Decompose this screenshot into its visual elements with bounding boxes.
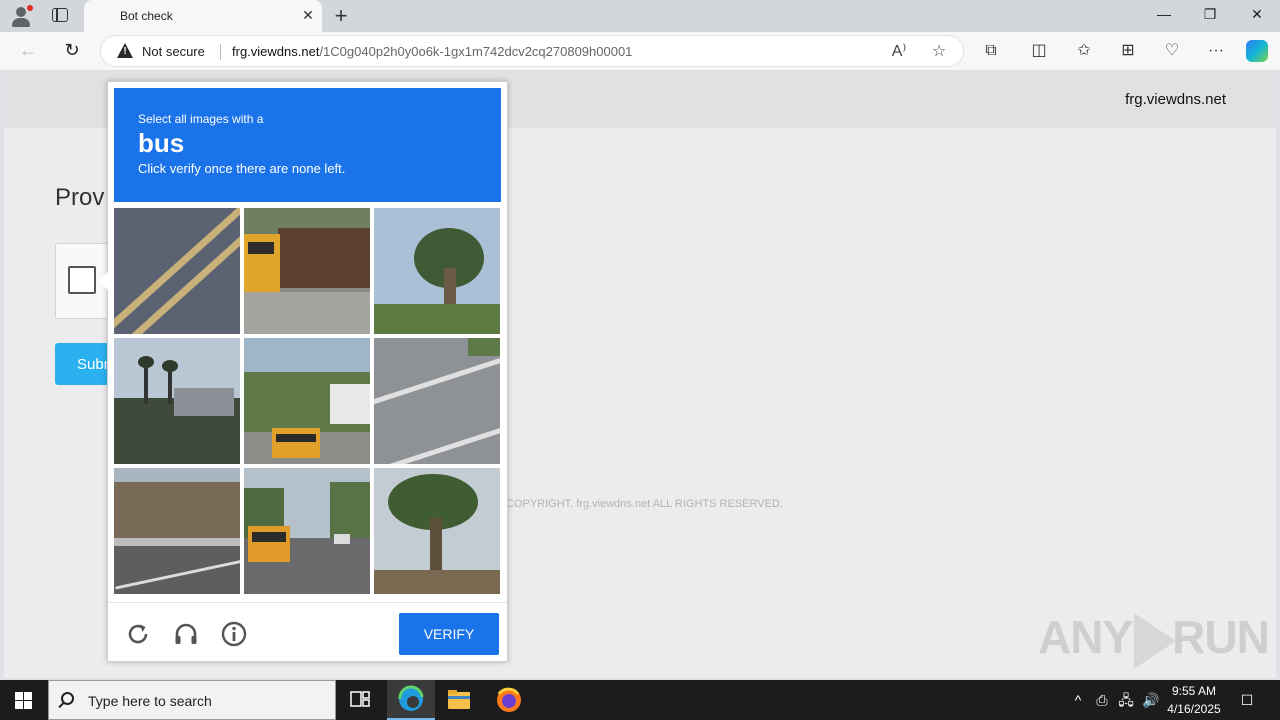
info-icon[interactable] bbox=[220, 620, 248, 648]
close-icon[interactable]: ✕ bbox=[300, 7, 316, 24]
divider bbox=[220, 44, 221, 60]
verify-button[interactable]: VERIFY bbox=[399, 613, 499, 655]
captcha-tile-buses-on-road[interactable] bbox=[244, 468, 370, 594]
collections-icon[interactable]: ⊞ bbox=[1118, 41, 1138, 61]
taskbar-search-placeholder: Type here to search bbox=[88, 693, 212, 709]
captcha-tile-road-markings[interactable] bbox=[114, 208, 240, 334]
network-icon[interactable]: 🖧 bbox=[1118, 691, 1134, 709]
browser-titlebar: Bot check ✕ + — ❐ ✕ bbox=[0, 0, 1280, 32]
task-view-icon[interactable] bbox=[336, 680, 384, 720]
copilot-icon[interactable] bbox=[1246, 40, 1268, 62]
restore-icon[interactable]: ❐ bbox=[1200, 6, 1220, 23]
clock-date[interactable]: 4/16/2025 bbox=[1164, 702, 1224, 716]
windows-taskbar: Type here to search ^ ⎙ 🖧 🔊 9:55 AM 4/16… bbox=[0, 680, 1280, 720]
play-icon bbox=[1134, 612, 1177, 669]
read-aloud-icon[interactable]: A⁾ bbox=[889, 41, 909, 61]
captcha-tile-school-bus-street[interactable] bbox=[244, 338, 370, 464]
firefox-icon[interactable] bbox=[485, 680, 533, 720]
notifications-icon[interactable]: ☐ bbox=[1239, 691, 1255, 709]
captcha-image-grid bbox=[114, 208, 502, 596]
copyright-text: COPYRIGHT. frg.viewdns.net ALL RIGHTS RE… bbox=[506, 498, 783, 510]
clock-time[interactable]: 9:55 AM bbox=[1164, 684, 1224, 698]
url-text[interactable]: frg.viewdns.net/1C0g040p2h0y0o6k-1gx1m74… bbox=[232, 44, 632, 59]
prompt-target-word: bus bbox=[138, 128, 185, 158]
minimize-icon[interactable]: — bbox=[1154, 6, 1174, 22]
edge-taskbar-icon[interactable] bbox=[387, 680, 435, 720]
browser-toolbar: ← ↻ ! Not secure frg.viewdns.net/1C0g040… bbox=[0, 32, 1280, 70]
taskbar-search-box[interactable]: Type here to search bbox=[48, 680, 336, 720]
anyrun-watermark: ANY RUN bbox=[1038, 610, 1270, 669]
extensions-icon[interactable]: ⧉ bbox=[981, 41, 1001, 61]
captcha-challenge: Select all images with a bus Click verif… bbox=[99, 81, 508, 662]
captcha-checkbox[interactable] bbox=[68, 266, 96, 294]
captcha-tile-crosswalk[interactable] bbox=[374, 338, 500, 464]
reload-icon[interactable] bbox=[124, 620, 152, 648]
tab-actions-icon[interactable] bbox=[52, 8, 68, 22]
volume-icon[interactable]: 🔊 bbox=[1142, 691, 1159, 709]
captcha-footer: VERIFY bbox=[108, 602, 507, 662]
tab-title: Bot check bbox=[120, 9, 173, 23]
tray-device-icon[interactable]: ⎙ bbox=[1094, 691, 1110, 709]
close-icon[interactable]: ✕ bbox=[1247, 6, 1267, 23]
site-name: frg.viewdns.net bbox=[1125, 91, 1226, 108]
captcha-tile-tall-palm-tree[interactable] bbox=[374, 468, 500, 594]
captcha-tile-dirt-hill-guardrail[interactable] bbox=[114, 468, 240, 594]
favorite-icon[interactable]: ☆ bbox=[929, 41, 949, 61]
profile-icon[interactable] bbox=[10, 5, 33, 27]
page-title: Prov bbox=[55, 184, 105, 211]
windows-start-icon[interactable] bbox=[15, 692, 32, 709]
browser-essentials-icon[interactable]: ♡ bbox=[1162, 41, 1182, 61]
plus-icon[interactable]: + bbox=[332, 3, 350, 29]
split-screen-icon[interactable]: ◫ bbox=[1029, 41, 1049, 61]
captcha-tile-palm-trees-hillside[interactable] bbox=[114, 338, 240, 464]
favorites-icon[interactable]: ✩ bbox=[1074, 41, 1094, 61]
prompt-hint: Click verify once there are none left. bbox=[138, 161, 346, 176]
captcha-tile-palm-tree[interactable] bbox=[374, 208, 500, 334]
tray-chevron-up-icon[interactable]: ^ bbox=[1070, 691, 1086, 709]
not-secure-label[interactable]: Not secure bbox=[142, 44, 205, 59]
warning-icon[interactable]: ! bbox=[117, 43, 135, 59]
prompt-instruction: Select all images with a bbox=[138, 112, 264, 126]
back-icon[interactable]: ← bbox=[18, 40, 38, 60]
file-explorer-icon[interactable] bbox=[435, 680, 483, 720]
captcha-prompt: Select all images with a bus Click verif… bbox=[114, 88, 501, 202]
more-icon[interactable]: ··· bbox=[1206, 41, 1226, 61]
refresh-icon[interactable]: ↻ bbox=[62, 40, 82, 60]
search-icon bbox=[61, 692, 74, 705]
captcha-tile-school-bus-by-fence[interactable] bbox=[244, 208, 370, 334]
audio-icon[interactable] bbox=[172, 620, 200, 648]
tab-bot-check[interactable]: Bot check ✕ bbox=[84, 0, 322, 32]
address-bar[interactable]: ! Not secure frg.viewdns.net/1C0g040p2h0… bbox=[100, 35, 964, 67]
